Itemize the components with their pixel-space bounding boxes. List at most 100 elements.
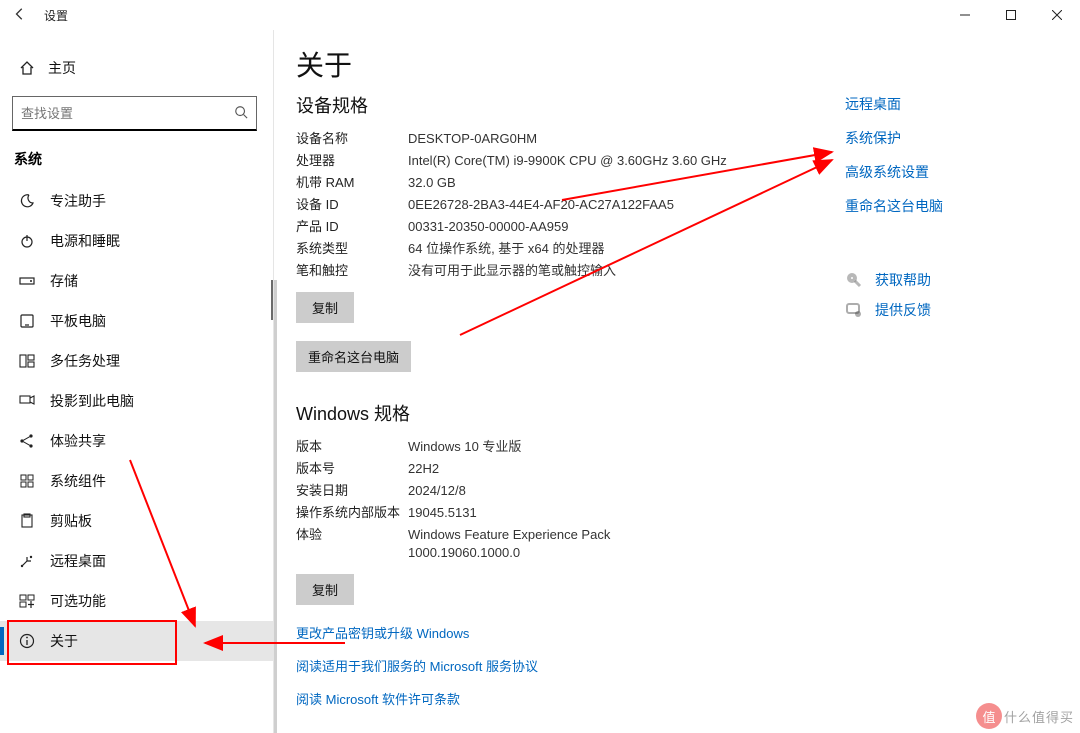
spec-value: 64 位操作系统, 基于 x64 的处理器 (408, 240, 788, 258)
storage-icon (18, 272, 36, 290)
rename-pc-button[interactable]: 重命名这台电脑 (296, 341, 411, 372)
content: 关于 设备规格 设备名称DESKTOP-0ARG0HM 处理器Intel(R) … (296, 30, 1080, 733)
moon-icon (18, 192, 36, 210)
share-icon (18, 432, 36, 450)
spec-value: DESKTOP-0ARG0HM (408, 130, 788, 148)
spec-label: 设备名称 (296, 130, 408, 148)
sidebar-item-multitask[interactable]: 多任务处理 (0, 341, 273, 381)
project-icon (18, 392, 36, 410)
advanced-settings-link[interactable]: 高级系统设置 (845, 162, 1020, 182)
window-title: 设置 (44, 7, 68, 24)
spec-value: 22H2 (408, 460, 788, 478)
related-links: 远程桌面 系统保护 高级系统设置 重命名这台电脑 获取帮助 提供反馈 (845, 80, 1020, 330)
spec-label: 系统类型 (296, 240, 408, 258)
scrollbar[interactable] (274, 280, 277, 733)
spec-value: 00331-20350-00000-AA959 (408, 218, 788, 236)
spec-label: 笔和触控 (296, 262, 408, 280)
windows-specs-table: 版本Windows 10 专业版 版本号22H2 安装日期2024/12/8 操… (296, 436, 1080, 564)
spec-label: 安装日期 (296, 482, 408, 500)
sidebar-item-label: 体验共享 (50, 431, 106, 451)
sidebar-item-label: 存储 (50, 271, 78, 291)
sidebar-item-label: 剪贴板 (50, 511, 92, 531)
feedback-label: 提供反馈 (875, 300, 931, 320)
watermark: 值 什么值得买 (976, 703, 1074, 729)
spec-label: 设备 ID (296, 196, 408, 214)
nav-list: 专注助手 电源和睡眠 存储 平板电脑 多任务处理 投影到此电脑 体验共享 系统 (0, 181, 273, 661)
spec-label: 版本 (296, 438, 408, 456)
clipboard-icon (18, 512, 36, 530)
sidebar-item-clipboard[interactable]: 剪贴板 (0, 501, 273, 541)
back-button[interactable] (0, 7, 40, 24)
sidebar-item-optional[interactable]: 可选功能 (0, 581, 273, 621)
close-button[interactable] (1034, 0, 1080, 30)
sidebar-item-share[interactable]: 体验共享 (0, 421, 273, 461)
sidebar-item-label: 专注助手 (50, 191, 106, 211)
sidebar-item-components[interactable]: 系统组件 (0, 461, 273, 501)
spec-label: 版本号 (296, 460, 408, 478)
spec-label: 处理器 (296, 152, 408, 170)
minimize-button[interactable] (942, 0, 988, 30)
sidebar-item-label: 平板电脑 (50, 311, 106, 331)
info-icon (18, 632, 36, 650)
sidebar-item-focus[interactable]: 专注助手 (0, 181, 273, 221)
titlebar: 设置 (0, 0, 1080, 30)
sidebar-item-power[interactable]: 电源和睡眠 (0, 221, 273, 261)
sidebar-item-storage[interactable]: 存储 (0, 261, 273, 301)
home-label: 主页 (48, 58, 76, 78)
sidebar-item-label: 投影到此电脑 (50, 391, 134, 411)
home-icon (18, 59, 36, 77)
multitask-icon (18, 352, 36, 370)
spec-value: 2024/12/8 (408, 482, 788, 500)
sidebar-item-label: 可选功能 (50, 591, 106, 611)
tablet-icon (18, 312, 36, 330)
spec-value: Windows 10 专业版 (408, 438, 788, 456)
search-box[interactable] (12, 96, 257, 131)
sidebar-item-tablet[interactable]: 平板电脑 (0, 301, 273, 341)
copy-button-2[interactable]: 复制 (296, 574, 354, 605)
windows-specs-head: Windows 规格 (296, 400, 1080, 426)
home-button[interactable]: 主页 (0, 50, 273, 86)
sidebar-item-label: 系统组件 (50, 471, 106, 491)
spec-label: 机带 RAM (296, 174, 408, 192)
remote-desktop-link[interactable]: 远程桌面 (845, 94, 1020, 114)
search-input[interactable] (19, 105, 223, 122)
maximize-button[interactable] (988, 0, 1034, 30)
remote-icon (18, 552, 36, 570)
system-protection-link[interactable]: 系统保护 (845, 128, 1020, 148)
sidebar: 主页 系统 专注助手 电源和睡眠 存储 平板电脑 多任务处理 (0, 30, 273, 733)
spec-value: 32.0 GB (408, 174, 788, 192)
help-icon (845, 271, 863, 289)
window-controls (942, 0, 1080, 30)
sidebar-item-label: 远程桌面 (50, 551, 106, 571)
spec-label: 体验 (296, 526, 408, 562)
license-link[interactable]: 阅读 Microsoft 软件许可条款 (296, 689, 1080, 708)
feedback-icon (845, 301, 863, 319)
sidebar-item-label: 多任务处理 (50, 351, 120, 371)
search-icon (234, 105, 256, 122)
sidebar-group-system: 系统 (0, 145, 273, 175)
copy-button[interactable]: 复制 (296, 292, 354, 323)
link-list: 更改产品密钥或升级 Windows 阅读适用于我们服务的 Microsoft 服… (296, 623, 1080, 708)
components-icon (18, 472, 36, 490)
rename-link[interactable]: 重命名这台电脑 (845, 196, 1020, 216)
get-help-link[interactable]: 获取帮助 (845, 270, 1020, 290)
spec-value: Intel(R) Core(TM) i9-9900K CPU @ 3.60GHz… (408, 152, 788, 170)
spec-label: 产品 ID (296, 218, 408, 236)
help-label: 获取帮助 (875, 270, 931, 290)
spec-value: 19045.5131 (408, 504, 788, 522)
power-icon (18, 232, 36, 250)
sidebar-item-label: 关于 (50, 631, 78, 651)
upgrade-link[interactable]: 更改产品密钥或升级 Windows (296, 623, 1080, 642)
sidebar-item-project[interactable]: 投影到此电脑 (0, 381, 273, 421)
watermark-badge: 值 (976, 703, 1002, 729)
features-icon (18, 592, 36, 610)
sidebar-item-remote[interactable]: 远程桌面 (0, 541, 273, 581)
spec-label: 操作系统内部版本 (296, 504, 408, 522)
spec-value: Windows Feature Experience Pack 1000.190… (408, 526, 708, 562)
sidebar-item-label: 电源和睡眠 (50, 231, 120, 251)
watermark-text: 什么值得买 (1004, 707, 1074, 726)
page-title: 关于 (296, 44, 1080, 84)
sidebar-item-about[interactable]: 关于 (0, 621, 273, 661)
feedback-link[interactable]: 提供反馈 (845, 300, 1020, 320)
msa-link[interactable]: 阅读适用于我们服务的 Microsoft 服务协议 (296, 656, 1080, 675)
